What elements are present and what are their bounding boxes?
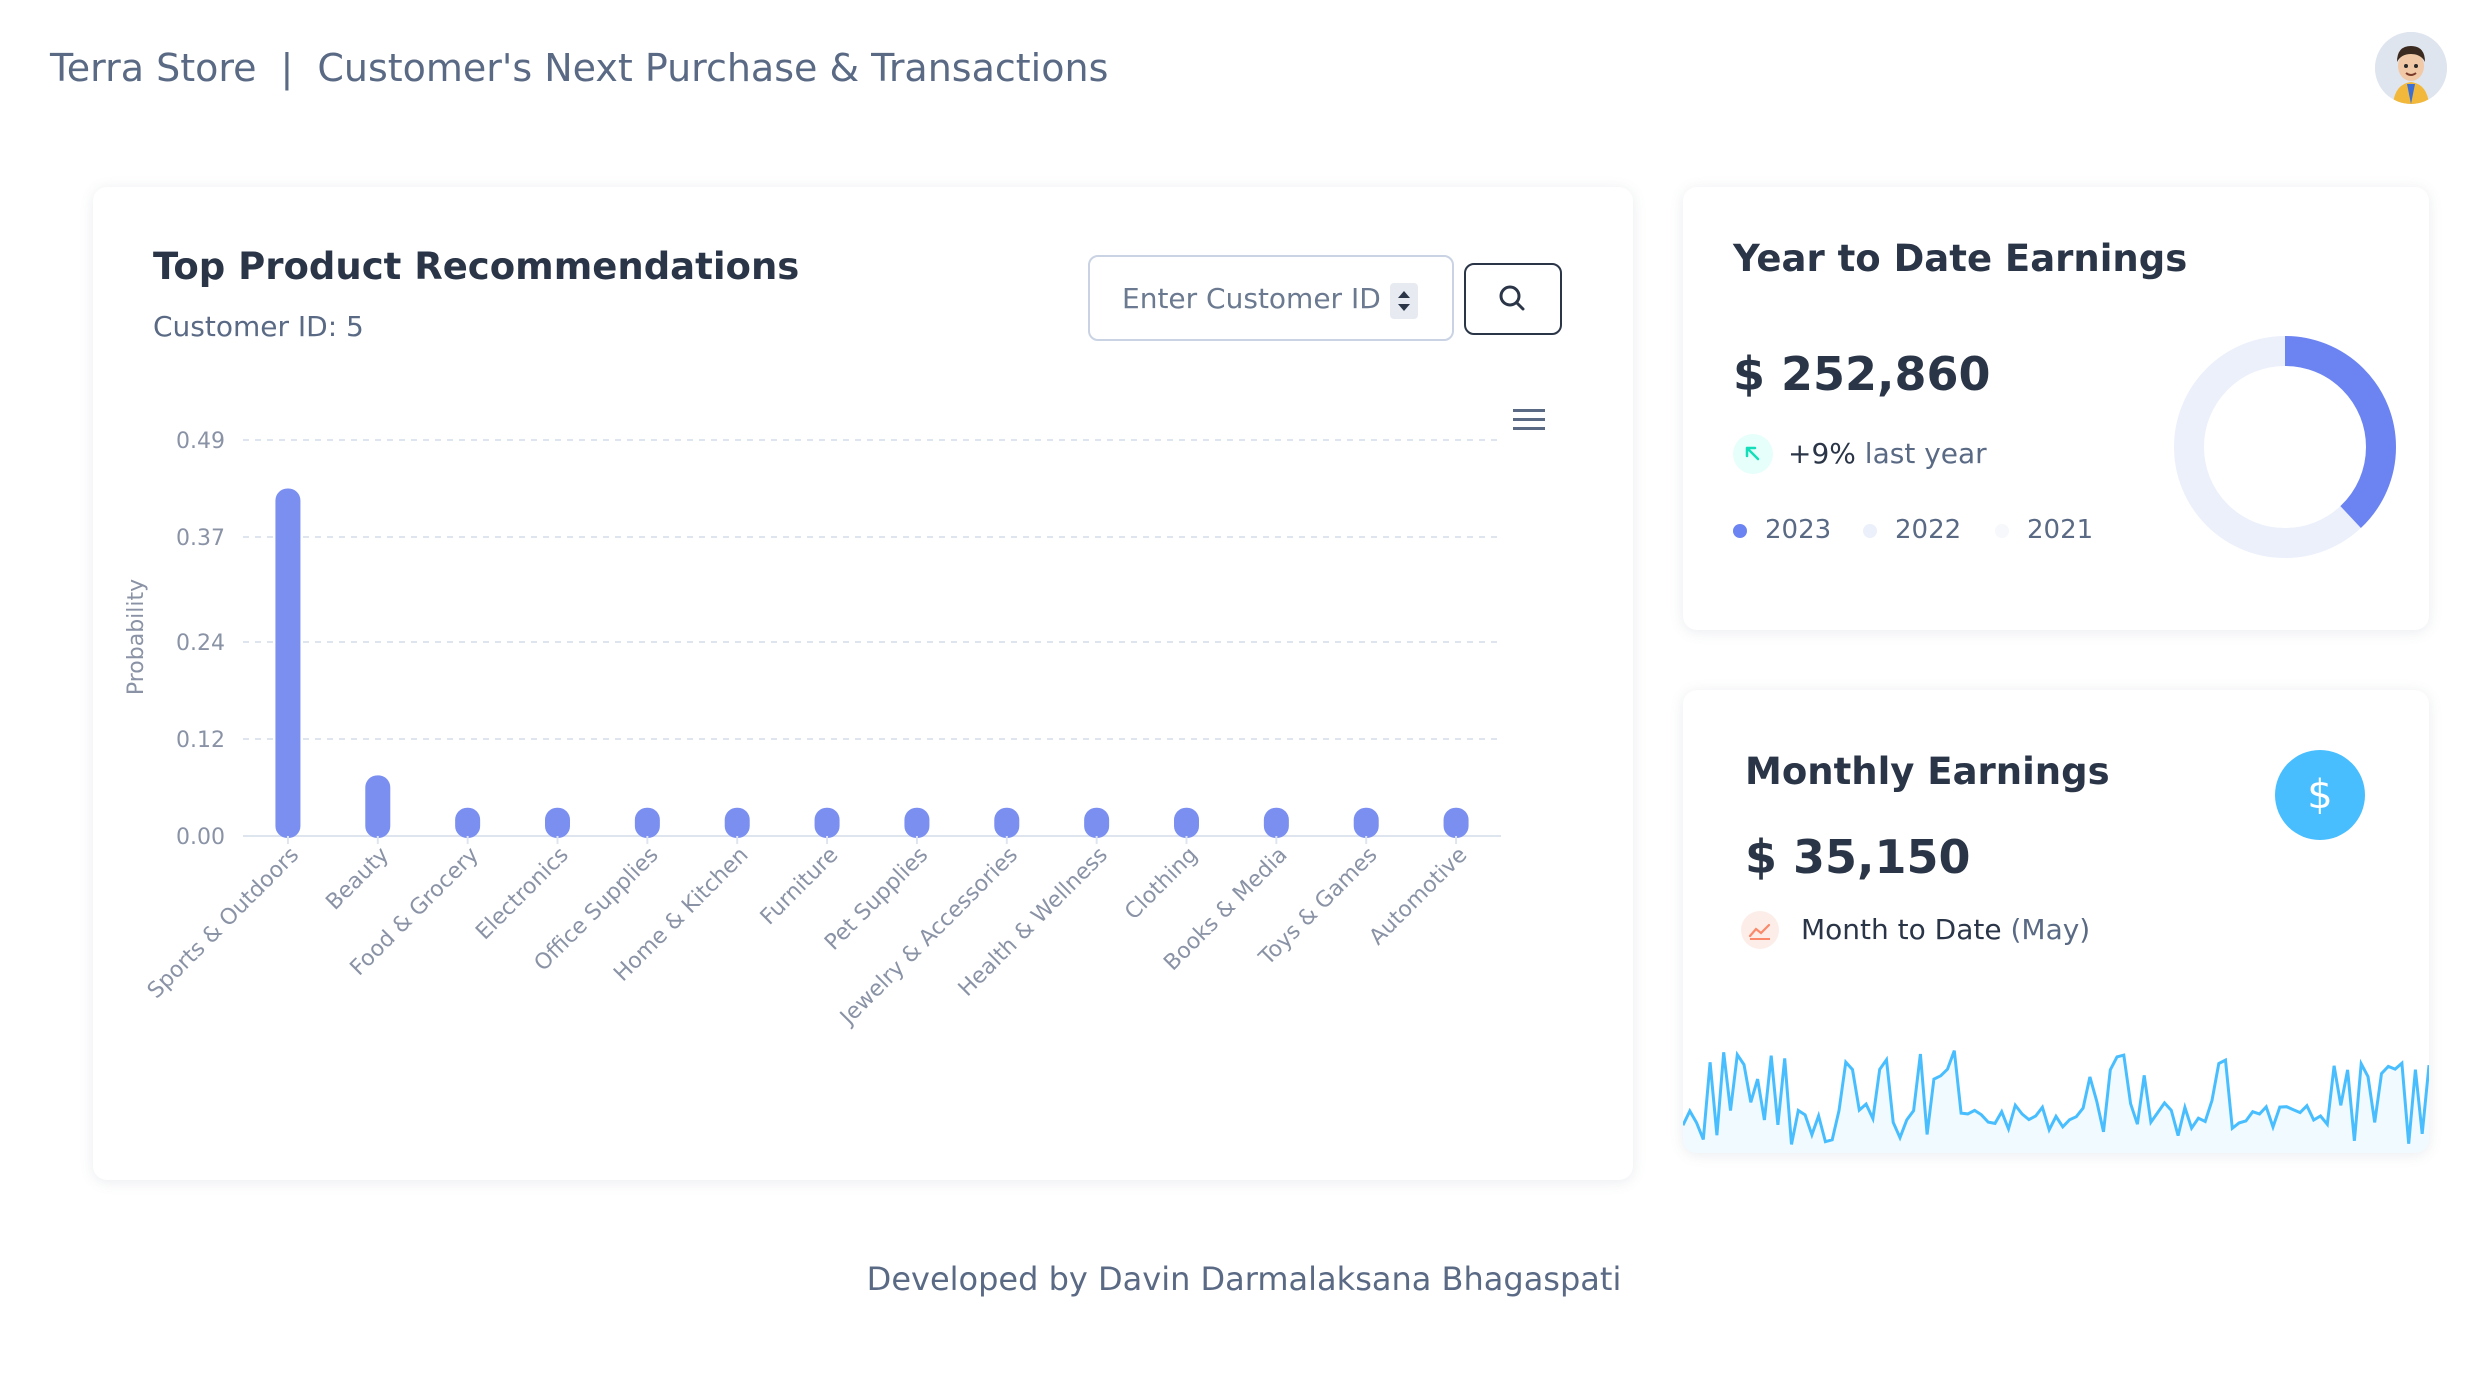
user-avatar-icon [2375, 32, 2447, 104]
monthly-earnings-card: Monthly Earnings $ $ 35,150 Month to Dat… [1683, 690, 2429, 1153]
bar[interactable] [365, 775, 391, 838]
header: Terra Store | Customer's Next Purchase & T… [0, 0, 2488, 140]
bar[interactable] [1084, 807, 1110, 838]
x-tick-label: Health & Wellness [954, 843, 1113, 1002]
bar[interactable] [814, 807, 840, 838]
bar[interactable] [724, 807, 750, 838]
x-tick-label: Jewelry & Accessories [834, 843, 1023, 1032]
bar[interactable] [545, 807, 570, 838]
bar[interactable] [1353, 807, 1379, 838]
bar[interactable] [1263, 807, 1289, 838]
legend-2022: 2022 [1863, 515, 1961, 545]
y-tick-label: 0.00 [176, 825, 225, 850]
bar[interactable] [1443, 807, 1469, 838]
legend-dot [1733, 523, 1747, 538]
legend-dot [1863, 523, 1877, 538]
bar[interactable] [904, 807, 930, 838]
x-tick-label: Clothing [1120, 843, 1202, 925]
ytd-title: Year to Date Earnings [1733, 237, 2188, 280]
legend-label: 2021 [2027, 515, 2094, 545]
monthly-sparkline [1683, 1050, 2429, 1153]
header-title: Terra Store | Customer's Next Purchase & T… [50, 46, 1108, 90]
legend-label: 2023 [1765, 515, 1832, 545]
ytd-amount: $ 252,860 [1733, 347, 1991, 401]
x-tick-label: Furniture [756, 843, 844, 931]
ytd-earnings-card: Year to Date Earnings $ 252,860 +9% last… [1683, 187, 2429, 630]
bar[interactable] [634, 807, 660, 838]
ytd-change-row: +9% last year [1788, 437, 1987, 470]
legend-dot [1995, 523, 2009, 538]
bar[interactable] [1174, 807, 1199, 838]
y-tick-label: 0.24 [176, 631, 225, 656]
ytd-donut-chart [2174, 336, 2396, 558]
bar[interactable] [994, 807, 1020, 838]
recommendations-card: Top Product Recommendations Customer ID:… [93, 187, 1633, 1180]
trend-up-icon [1733, 434, 1773, 474]
y-tick-label: 0.49 [176, 429, 225, 454]
ytd-change: +9% [1788, 437, 1856, 470]
footer-credit: Developed by Davin Darmalaksana Bhagaspa… [866, 1260, 1622, 1298]
y-tick-label: 0.12 [176, 728, 225, 753]
avatar[interactable] [2375, 32, 2447, 104]
bar[interactable] [275, 488, 301, 838]
bar[interactable] [455, 807, 481, 838]
y-axis-label: Probability [124, 579, 149, 695]
recommendation-chart: 0.00 0.12 0.24 0.37 0.49 Sports & Outdoors Be… [124, 429, 1501, 1083]
y-tick-label: 0.37 [176, 526, 225, 551]
page-title: Customer's Next Purchase & Transactions [317, 46, 1109, 90]
legend-2021: 2021 [1995, 515, 2093, 545]
legend-label: 2022 [1895, 515, 1962, 545]
sparkline-area [1683, 1050, 2429, 1153]
x-tick-label: Sports & Outdoors [143, 843, 304, 1004]
ytd-change-label: last year [1864, 437, 1987, 470]
store-name: Terra Store [50, 46, 257, 90]
x-tick-label: Beauty [321, 843, 394, 916]
title-separator: | [280, 46, 294, 90]
legend-2023: 2023 [1733, 515, 1831, 545]
